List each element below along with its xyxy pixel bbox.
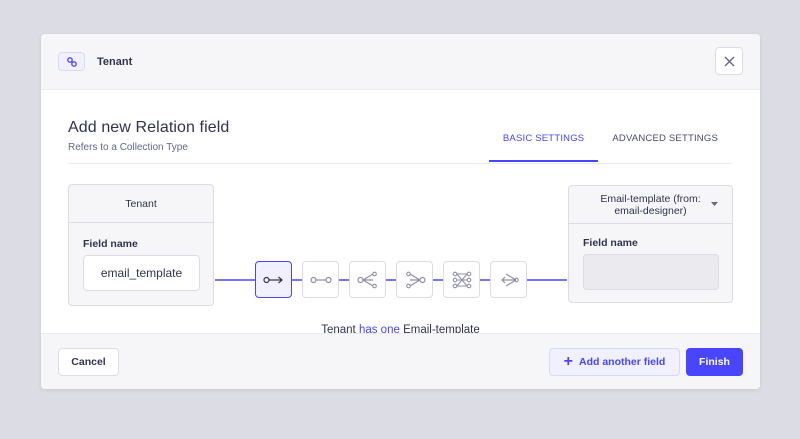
relation-one-to-many-button[interactable] bbox=[349, 261, 386, 298]
modal-header-title: Tenant bbox=[97, 55, 133, 68]
chevron-down-icon bbox=[711, 202, 718, 206]
page-title: Add new Relation field bbox=[68, 119, 230, 136]
target-content-type-select[interactable]: Email-template (from: email-designer) bbox=[569, 186, 732, 224]
many-to-one-icon bbox=[405, 271, 426, 288]
one-to-one-icon bbox=[309, 276, 332, 283]
add-relation-modal: Tenant Add new Relation field Refers to … bbox=[41, 34, 760, 389]
finish-button[interactable]: Finish bbox=[686, 348, 743, 376]
many-to-many-icon bbox=[452, 271, 471, 288]
many-way-icon bbox=[500, 272, 519, 287]
tab-basic-settings[interactable]: BASIC SETTINGS bbox=[488, 122, 599, 162]
tabs-divider bbox=[68, 163, 732, 164]
modal-header: Tenant bbox=[41, 34, 760, 90]
relation-many-to-many-button[interactable] bbox=[443, 261, 480, 298]
relation-many-to-one-button[interactable] bbox=[396, 261, 433, 298]
close-icon bbox=[724, 56, 734, 66]
close-button[interactable] bbox=[715, 47, 743, 75]
relation-one-to-one-button[interactable] bbox=[302, 261, 339, 298]
source-field-name-input[interactable]: email_template bbox=[83, 255, 200, 291]
modal-footer: Cancel + Add another field Finish bbox=[41, 333, 760, 389]
add-another-field-button[interactable]: + Add another field bbox=[549, 348, 680, 376]
source-content-type-title: Tenant bbox=[69, 185, 213, 223]
target-field-name-label: Field name bbox=[583, 237, 638, 249]
cancel-button[interactable]: Cancel bbox=[58, 348, 119, 376]
source-content-type-card: Tenant Field name email_template bbox=[68, 184, 214, 306]
relation-one-way-button[interactable] bbox=[255, 261, 292, 298]
target-content-type-title: Email-template (from: email-designer) bbox=[600, 192, 701, 217]
link-icon bbox=[58, 52, 85, 71]
one-to-many-icon bbox=[356, 271, 377, 288]
add-another-field-label: Add another field bbox=[579, 356, 666, 368]
source-field-name-label: Field name bbox=[83, 238, 138, 250]
settings-tabs: BASIC SETTINGS ADVANCED SETTINGS bbox=[488, 122, 732, 162]
modal-body: Add new Relation field Refers to a Colle… bbox=[41, 90, 760, 336]
target-field-name-input bbox=[583, 254, 719, 290]
target-content-type-card: Email-template (from: email-designer) Fi… bbox=[568, 185, 733, 303]
tab-advanced-settings[interactable]: ADVANCED SETTINGS bbox=[598, 122, 732, 162]
page-subtitle: Refers to a Collection Type bbox=[68, 142, 188, 153]
plus-icon: + bbox=[563, 353, 573, 370]
relation-many-way-button[interactable] bbox=[490, 261, 527, 298]
one-way-icon bbox=[262, 276, 283, 283]
